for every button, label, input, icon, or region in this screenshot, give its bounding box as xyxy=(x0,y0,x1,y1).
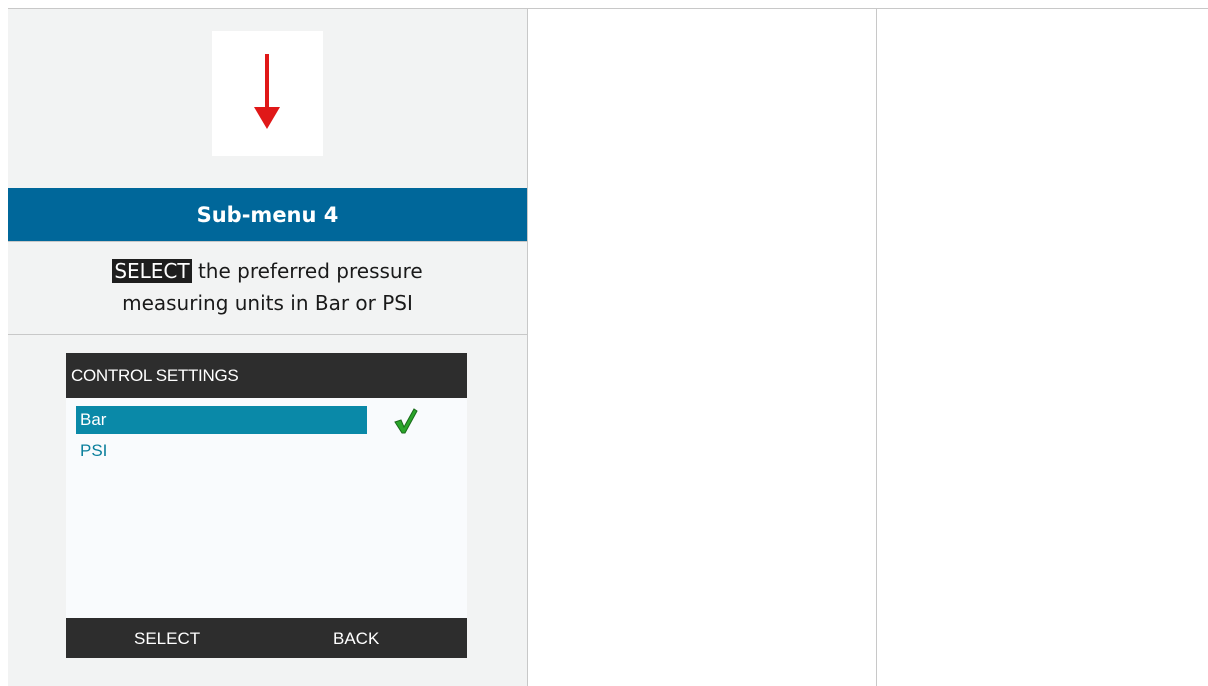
instruction-text: SELECT the preferred pressure measuring … xyxy=(8,255,527,319)
checkmark-icon xyxy=(394,408,418,434)
device-screen: CONTROL SETTINGS Bar PSI SELECT BACK xyxy=(66,353,467,658)
submenu-title: Sub-menu 4 xyxy=(196,202,339,227)
instruction-line1: the preferred pressure xyxy=(191,259,423,283)
screen-title: CONTROL SETTINGS xyxy=(66,353,467,398)
table-top-border-cols xyxy=(8,8,1208,9)
softkey-bar: SELECT BACK xyxy=(66,618,467,658)
header-bottom-border xyxy=(8,241,527,242)
option-psi[interactable]: PSI xyxy=(76,437,196,465)
table-column-divider-2 xyxy=(876,8,877,686)
softkey-back-button[interactable]: BACK xyxy=(333,618,379,660)
arrow-down-icon-box xyxy=(212,31,323,156)
instruction-line2: measuring units in Bar or PSI xyxy=(122,291,413,315)
softkey-select-button[interactable]: SELECT xyxy=(134,618,200,660)
table-column-divider-1 xyxy=(527,8,528,686)
arrow-down-icon xyxy=(254,54,280,129)
submenu-header: Sub-menu 4 xyxy=(8,188,527,241)
select-key-label: SELECT xyxy=(112,259,192,283)
instruction-bottom-border xyxy=(8,334,527,335)
option-bar[interactable]: Bar xyxy=(76,406,367,434)
